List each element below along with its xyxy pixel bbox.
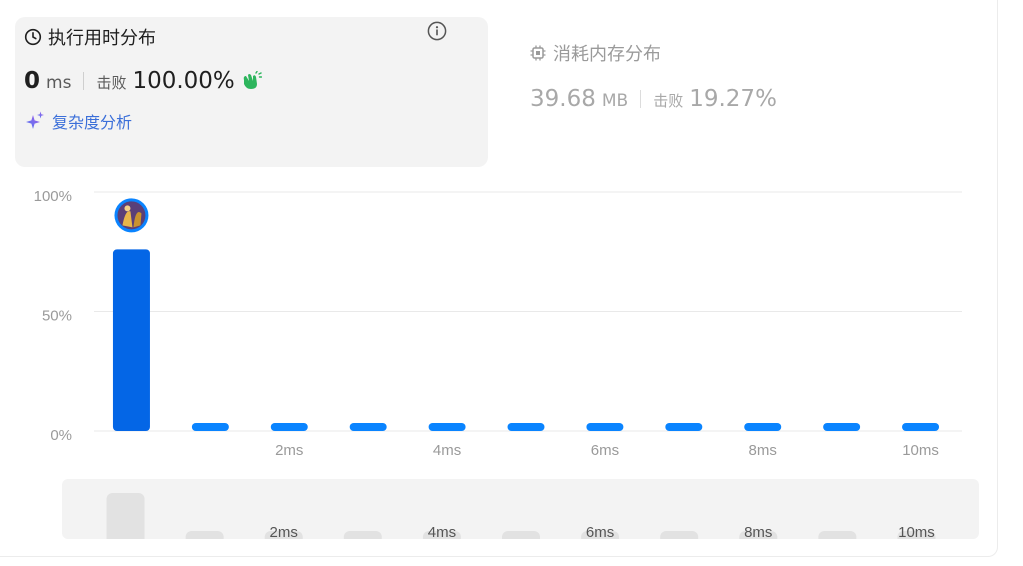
navigator-tick-label: 10ms [898, 524, 935, 539]
runtime-metric: 0 ms 击败 100.00% [24, 68, 262, 94]
memory-title-text: 消耗内存分布 [553, 44, 661, 65]
memory-unit: MB [601, 91, 629, 111]
navigator-bar [660, 531, 699, 539]
chart-bar[interactable] [902, 423, 940, 431]
navigator-tick-label: 8ms [744, 524, 772, 539]
chart-bar[interactable] [270, 423, 308, 431]
navigator-tick-label: 4ms [428, 524, 456, 539]
memory-beat-percent: 19.27% [689, 86, 777, 112]
navigator-preview: 2ms 4ms 6ms 8ms 10ms [106, 493, 936, 539]
memory-value: 39.68 [530, 86, 596, 112]
runtime-unit: ms [46, 73, 72, 93]
chart-range-navigator[interactable]: 2ms 4ms 6ms 8ms 10ms [62, 479, 979, 539]
chart-bar[interactable] [586, 423, 624, 431]
metric-divider [83, 72, 85, 90]
complexity-analysis-link[interactable]: 复杂度分析 [24, 109, 132, 133]
navigator-bar [106, 493, 145, 539]
memory-title[interactable]: 消耗内存分布 [529, 40, 661, 66]
chip-icon [529, 44, 547, 62]
chart-bar[interactable] [349, 423, 387, 431]
runtime-title: 执行用时分布 [24, 24, 156, 50]
navigator-tick-label: 2ms [270, 524, 298, 539]
runtime-beat-label: 击败 [96, 74, 127, 92]
memory-beat-label: 击败 [653, 92, 684, 110]
chart-bar[interactable] [428, 423, 466, 431]
chart-bar[interactable] [507, 423, 545, 431]
complexity-analysis-label: 复杂度分析 [52, 113, 133, 132]
metric-divider [640, 90, 642, 108]
navigator-bar [818, 531, 857, 539]
chart-bar[interactable] [744, 423, 782, 431]
navigator-tick-label: 6ms [586, 524, 614, 539]
chart-bar[interactable] [191, 423, 229, 431]
chart-bar[interactable] [112, 249, 150, 431]
runtime-title-text: 执行用时分布 [48, 28, 156, 49]
runtime-beat-percent: 100.00% [132, 68, 235, 94]
navigator-bar [185, 531, 224, 539]
sparkle-icon [24, 110, 46, 132]
navigator-bar [502, 531, 540, 539]
clock-icon [24, 28, 42, 46]
chart-bar[interactable] [665, 423, 703, 431]
navigator-bar [343, 531, 382, 539]
runtime-value: 0 [24, 68, 41, 94]
memory-metric: 39.68 MB 击败 19.27% [530, 86, 777, 112]
clapping-hands-icon [240, 71, 262, 91]
info-circle-icon[interactable] [426, 20, 448, 42]
chart-bar[interactable] [823, 423, 861, 431]
